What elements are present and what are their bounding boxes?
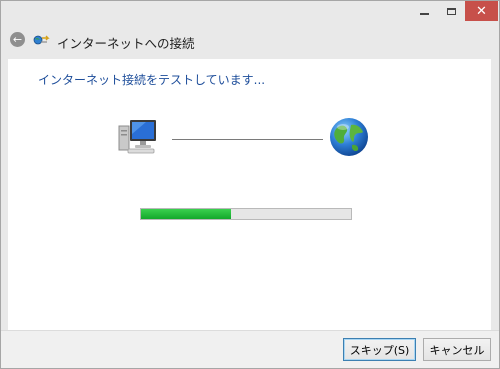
globe-icon: [330, 118, 368, 156]
wizard-content: インターネット接続をテストしています...: [8, 59, 491, 330]
maximize-button[interactable]: [438, 1, 465, 21]
computer-icon: [118, 120, 156, 154]
title-bar: ✕: [1, 1, 499, 23]
network-globe-icon: [33, 35, 50, 45]
connection-line: [172, 139, 323, 140]
wizard-header: ← インターネットへの接続: [1, 23, 499, 59]
progress-bar: [140, 208, 352, 220]
minimize-icon: [420, 13, 429, 15]
maximize-icon: [447, 7, 456, 15]
close-button[interactable]: ✕: [465, 1, 498, 21]
minimize-button[interactable]: [411, 1, 438, 21]
wizard-title: インターネットへの接続: [57, 36, 195, 51]
skip-button[interactable]: スキップ(S): [343, 338, 416, 361]
progress-fill: [141, 209, 232, 219]
wizard-window: ✕ ← インターネットへの接続 インターネット接続をテストしています... スキ…: [0, 0, 500, 369]
cancel-button[interactable]: キャンセル: [423, 338, 491, 361]
back-arrow-icon: ←: [12, 32, 23, 46]
button-bar: スキップ(S) キャンセル: [1, 330, 499, 368]
close-icon: ✕: [476, 3, 487, 19]
back-button[interactable]: ←: [10, 32, 25, 47]
page-heading: インターネット接続をテストしています...: [38, 73, 266, 87]
